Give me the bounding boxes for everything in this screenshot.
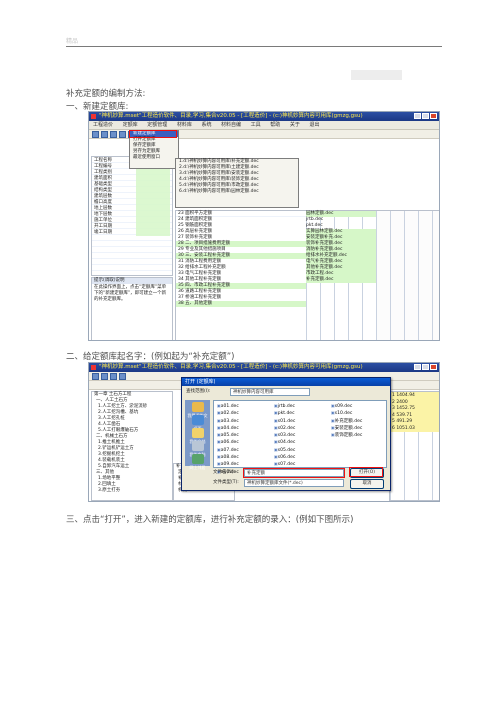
- watermark-box: [351, 70, 402, 80]
- menu-item[interactable]: 退出: [309, 122, 319, 128]
- menu-item[interactable]: 帮助: [270, 122, 280, 128]
- project-info-panel: 工程名称 工程编号 工程类别 建筑面积 基础类型 结构类型 建筑层数 檐口高度 …: [91, 156, 173, 276]
- file-item[interactable]: a07.dec: [217, 447, 239, 454]
- header-rule: [66, 46, 442, 47]
- header-mark: 精品: [66, 38, 79, 45]
- toolbar-icon[interactable]: [110, 131, 117, 138]
- highlight-box: [129, 130, 177, 138]
- tree-node[interactable]: 3.原土打夯: [92, 488, 172, 494]
- file-item[interactable]: s06.dec: [274, 454, 296, 461]
- filename-highlight: [243, 468, 345, 478]
- file-item[interactable]: a04.dec: [217, 425, 239, 432]
- file-item[interactable]: 补充定额.dec: [331, 418, 363, 425]
- file-item[interactable]: jrtb.dec: [274, 403, 295, 410]
- screenshot-open-dialog: "神机妙算.mset"工程造价软件、目录,学习,集合v20.05 - [工程造价…: [88, 362, 440, 502]
- app-icon: [91, 365, 96, 370]
- file-item[interactable]: pkt.dec: [274, 410, 295, 417]
- file-item[interactable]: s03.dec: [274, 432, 296, 439]
- note-panel: 提示(调取)说明 在此操作界面上，点击“定额库”菜单下的“新建定额库”，即可建立…: [91, 277, 173, 340]
- file-list[interactable]: a01.dec a02.dec a03.dec a04.dec a05.dec …: [213, 400, 387, 475]
- recent-item[interactable]: 6.d:\神机妙算内容可用库\园林定额.dec: [176, 189, 298, 195]
- window-title: "神机妙算.mset"工程造价软件、目录,学习,集合v20.05 - [工程造价…: [89, 363, 439, 372]
- open-highlight: [349, 467, 383, 477]
- window-title: "神机妙算.mset"工程造价软件、目录,学习,集合v20.05 - [工程造价…: [89, 112, 439, 121]
- file-item[interactable]: a08.dec: [217, 454, 239, 461]
- quota-tree[interactable]: 第一章 土石方工程 一、人工土石方 1.人工挖土方、淤泥流砂 2.人工挖沟槽、基…: [91, 391, 173, 501]
- toolbar-icon[interactable]: [92, 373, 99, 380]
- file-item[interactable]: s04.dec: [274, 439, 296, 446]
- table-row[interactable]: 38 五、其他定额: [176, 301, 306, 307]
- toolbar-icon[interactable]: [119, 131, 126, 138]
- filename-label: 文件名(N):: [213, 470, 235, 475]
- menu-recent[interactable]: 最近使用窗口: [130, 155, 178, 161]
- menu-item[interactable]: 关于: [290, 122, 300, 128]
- look-in-select[interactable]: 神机妙算内容可用库: [230, 388, 310, 396]
- file-item[interactable]: a02.dec: [217, 410, 239, 417]
- menu-item[interactable]: 材料库: [177, 122, 192, 128]
- file-item[interactable]: a03.dec: [217, 418, 239, 425]
- file-item[interactable]: s05.dec: [274, 447, 296, 454]
- toolbar-icon[interactable]: [110, 373, 117, 380]
- window-buttons[interactable]: [414, 364, 437, 370]
- menu-item[interactable]: 定额库: [123, 122, 138, 128]
- toolbar-icon[interactable]: [92, 131, 99, 138]
- place-network[interactable]: 网上邻居: [186, 454, 209, 471]
- app-icon: [91, 114, 96, 119]
- cancel-button[interactable]: 取消: [350, 479, 384, 489]
- file-item[interactable]: a06.dec: [217, 439, 239, 446]
- file-item[interactable]: a09.dec: [217, 461, 239, 468]
- open-dialog: 打开 (定额库) 查找范围(I): 神机妙算内容可用库 我最近的文档 桌面 我的…: [181, 377, 391, 491]
- table-grid: 园林定额.dec jrtb.dec pkt.dec 实算园林定额.dec 安装定…: [306, 211, 376, 340]
- main-table: 23 面积平方定额 24 建筑面积定额 25 钢筋面积定额 26 高层补充定额 …: [175, 210, 439, 340]
- table-grid-right: [376, 211, 439, 340]
- numeric-panel: 1 1404.94 2 2400 3 1452.75 4 539.71 5 49…: [389, 391, 439, 501]
- file-item[interactable]: 装饰定额.dec: [331, 432, 363, 439]
- recent-submenu[interactable]: 1.d:\神机妙算内容可用库\补充定额.dec 2.d:\神机妙算内容可用库\土…: [175, 158, 299, 208]
- intro-text: 补充定额的编制方法:: [66, 89, 146, 99]
- places-bar: 我最近的文档 桌面 我的文档 我的电脑 网上邻居: [185, 400, 210, 470]
- screenshot-new-library: "神机妙算.mset"工程造价软件、目录,学习,集合v20.05 - [工程造价…: [88, 111, 440, 341]
- look-in-label: 查找范围(I):: [186, 389, 211, 394]
- note-text: 在此操作界面上，点击“定额库”菜单下的“新建定额库”，即可建立一个新的补充定额库…: [94, 285, 167, 302]
- menu-item[interactable]: 材料自编: [221, 122, 241, 128]
- file-item[interactable]: s10.dec: [331, 410, 362, 417]
- file-item[interactable]: s09.dec: [331, 403, 362, 410]
- menu-item[interactable]: 工程造价: [93, 122, 113, 128]
- info-values: [136, 158, 170, 236]
- window-buttons[interactable]: [414, 113, 437, 119]
- menu-item[interactable]: 系统: [201, 122, 211, 128]
- filetype-select[interactable]: 神机妙算定额库文件(*.dec): [244, 479, 344, 487]
- menu-item[interactable]: 工具: [251, 122, 261, 128]
- toolbar-icon[interactable]: [101, 373, 108, 380]
- file-item[interactable]: 安装定额.dec: [331, 425, 363, 432]
- toolbar-icon[interactable]: [119, 373, 126, 380]
- file-item[interactable]: s01.dec: [274, 418, 296, 425]
- file-item[interactable]: a01.dec: [217, 403, 239, 410]
- file-item[interactable]: s02.dec: [274, 425, 296, 432]
- step-2-heading: 二、给定额库起名字：(例如起为“补充定额”): [66, 352, 235, 362]
- file-item[interactable]: a05.dec: [217, 432, 239, 439]
- dialog-title: 打开 (定额库): [182, 378, 390, 386]
- menu-item[interactable]: 定额管理: [147, 122, 167, 128]
- filetype-label: 文件类型(T):: [213, 480, 239, 485]
- step-3-heading: 三、点击“打开”，进入新建的定额库，进行补充定额的录入：(例如下图所示): [66, 515, 354, 525]
- toolbar-icon[interactable]: [101, 131, 108, 138]
- menu-bar[interactable]: 工程造价 定额库 定额管理 材料库 系统 材料自编 工具 帮助 关于 退出: [89, 121, 439, 130]
